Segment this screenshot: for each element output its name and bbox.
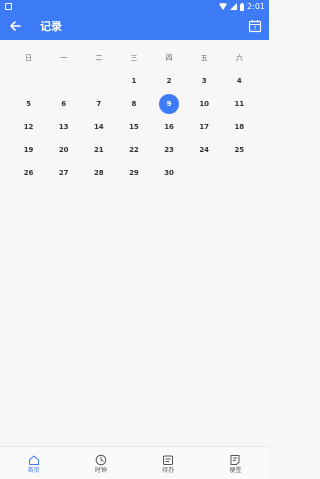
day-number: 26 — [23, 168, 34, 177]
day-cell[interactable]: 11 — [222, 92, 257, 115]
day-number: 1 — [131, 76, 137, 85]
nav-item-todo[interactable]: 待办 — [135, 447, 202, 479]
weekday-label: 日 — [25, 54, 33, 62]
day-cell[interactable]: 25 — [222, 138, 257, 161]
day-cell[interactable]: 22 — [116, 138, 151, 161]
empty-day-cell — [11, 69, 46, 92]
day-cell[interactable]: 16 — [152, 115, 187, 138]
day-number: 3 — [201, 76, 207, 85]
day-cell[interactable]: 1 — [116, 69, 151, 92]
home-icon — [28, 451, 40, 465]
day-number: 28 — [93, 168, 104, 177]
signal-icon — [230, 3, 238, 10]
day-number: 10 — [199, 99, 210, 108]
day-cell[interactable]: 7 — [81, 92, 116, 115]
bottom-navigation: 首页 时钟 待办 便签 — [0, 446, 269, 479]
day-cell[interactable]: 21 — [81, 138, 116, 161]
calendar: 日一二三四五六 1 2 3 4 5 6 7 8 9 10 11 12 13 14 15 16 17 18 19 20 2… — [11, 47, 257, 184]
nav-item-home[interactable]: 首页 — [0, 447, 67, 479]
nav-item-clock[interactable]: 时钟 — [67, 447, 134, 479]
battery-icon — [240, 2, 245, 11]
nav-item-label: 时钟 — [94, 467, 107, 474]
day-cell[interactable]: 6 — [46, 92, 81, 115]
day-cell[interactable]: 3 — [187, 69, 222, 92]
day-cell-selected[interactable]: 9 — [152, 92, 187, 115]
day-cell[interactable]: 20 — [46, 138, 81, 161]
calendar-icon[interactable]: 7 — [248, 19, 262, 33]
day-cell[interactable]: 26 — [11, 161, 46, 184]
weekday-label: 五 — [200, 54, 208, 62]
day-number: 27 — [58, 168, 69, 177]
app-notification-icon — [5, 3, 12, 10]
page-title: 记录 — [40, 20, 62, 33]
day-number: 29 — [129, 168, 139, 177]
day-number: 2 — [166, 76, 172, 85]
day-cell[interactable]: 30 — [152, 161, 187, 184]
day-number: 20 — [58, 145, 69, 154]
weekday-label: 二 — [95, 54, 103, 62]
back-arrow-icon[interactable] — [7, 18, 23, 34]
nav-item-note[interactable]: 便签 — [202, 447, 269, 479]
wifi-icon — [219, 3, 228, 10]
nav-item-label: 待办 — [162, 467, 175, 474]
day-number: 21 — [93, 145, 104, 154]
day-number: 24 — [199, 145, 210, 154]
day-number: 13 — [58, 122, 69, 131]
day-number: 12 — [23, 122, 34, 131]
day-cell[interactable]: 19 — [11, 138, 46, 161]
app-bar: 记录 7 — [0, 13, 269, 40]
day-number: 6 — [61, 99, 67, 108]
day-number: 14 — [93, 122, 104, 131]
nav-item-label: 首页 — [27, 467, 40, 474]
day-cell[interactable]: 4 — [222, 69, 257, 92]
day-number: 30 — [164, 168, 174, 177]
day-number: 15 — [129, 122, 139, 131]
weekday-label: 六 — [235, 54, 243, 62]
day-cell[interactable]: 23 — [152, 138, 187, 161]
day-number: 4 — [236, 76, 242, 85]
day-cell[interactable]: 14 — [81, 115, 116, 138]
day-cell[interactable]: 15 — [116, 115, 151, 138]
day-cell[interactable]: 18 — [222, 115, 257, 138]
day-cell[interactable]: 2 — [152, 69, 187, 92]
nav-item-label: 便签 — [229, 467, 242, 474]
weekday-label: 四 — [165, 54, 173, 62]
day-number: 9 — [159, 93, 180, 114]
weekday-label: 三 — [130, 54, 138, 62]
day-cell[interactable]: 12 — [11, 115, 46, 138]
weekday-label: 一 — [60, 54, 68, 62]
day-number: 25 — [234, 145, 245, 154]
day-cell[interactable]: 24 — [187, 138, 222, 161]
svg-text:7: 7 — [253, 26, 256, 32]
todo-icon — [162, 451, 174, 465]
day-number: 7 — [96, 99, 102, 108]
day-number: 5 — [26, 99, 31, 108]
day-number: 16 — [164, 122, 174, 131]
day-number: 18 — [234, 122, 245, 131]
status-bar: 2:01 — [0, 0, 269, 13]
day-cell[interactable]: 10 — [187, 92, 222, 115]
day-cell[interactable]: 5 — [11, 92, 46, 115]
day-number: 11 — [234, 99, 245, 108]
calendar-grid: 1 2 3 4 5 6 7 8 9 10 11 12 13 14 15 16 17 18 19 20 21 22 23 24 2… — [11, 69, 257, 184]
day-number: 8 — [131, 99, 137, 108]
day-cell[interactable]: 17 — [187, 115, 222, 138]
day-cell[interactable]: 13 — [46, 115, 81, 138]
day-cell[interactable]: 29 — [116, 161, 151, 184]
day-number: 22 — [129, 145, 139, 154]
day-cell[interactable]: 28 — [81, 161, 116, 184]
day-cell[interactable]: 27 — [46, 161, 81, 184]
weekday-header: 日一二三四五六 — [11, 47, 257, 69]
day-number: 19 — [23, 145, 34, 154]
status-time: 2:01 — [247, 2, 265, 11]
empty-day-cell — [81, 69, 116, 92]
clock-icon — [95, 451, 107, 466]
note-icon — [229, 451, 241, 465]
day-number: 17 — [199, 122, 210, 131]
day-cell[interactable]: 8 — [116, 92, 151, 115]
empty-day-cell — [46, 69, 81, 92]
day-number: 23 — [164, 145, 174, 154]
